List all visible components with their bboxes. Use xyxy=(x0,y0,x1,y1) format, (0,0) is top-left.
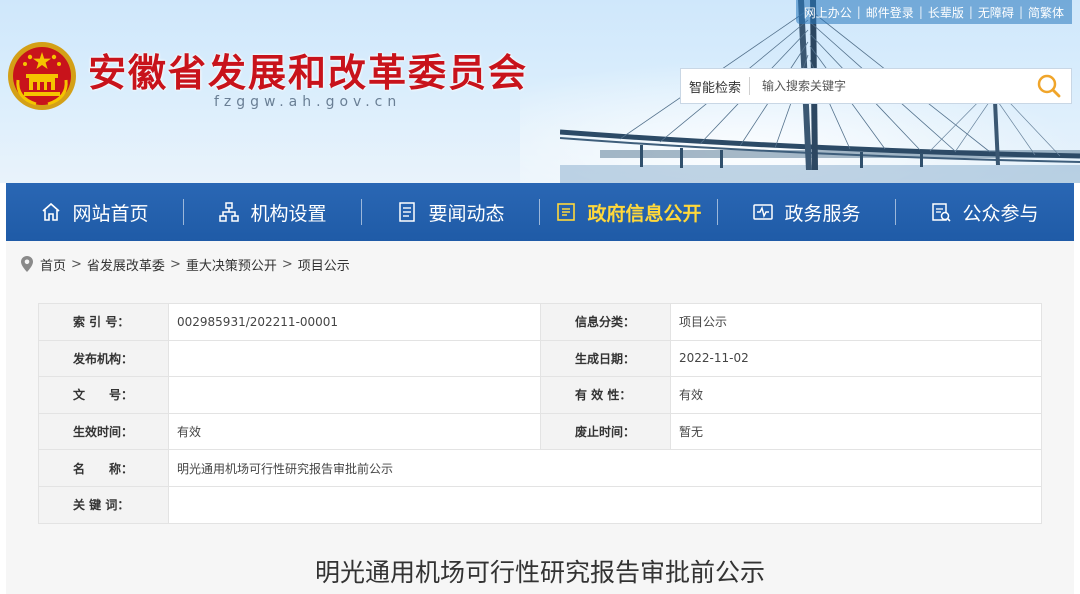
article-title: 明光通用机场可行性研究报告审批前公示 xyxy=(314,558,765,587)
meta-value-date: 2022-11-02 xyxy=(670,339,1042,378)
org-chart-icon xyxy=(219,202,240,222)
location-pin-icon xyxy=(21,256,33,272)
nav-item-label: 政府信息公开 xyxy=(587,202,702,225)
nav-item-label: 要闻动态 xyxy=(428,202,505,225)
meta-value-doc-no xyxy=(168,376,541,414)
top-link-simplified-traditional[interactable]: 简繁体 xyxy=(1028,4,1064,21)
nav-item-home[interactable]: 网站首页 xyxy=(6,183,183,241)
top-link-online-office[interactable]: 网上办公 xyxy=(804,4,852,21)
search-scope-label[interactable]: 智能检索 xyxy=(681,77,749,96)
breadcrumb-project-notice[interactable]: 项目公示 xyxy=(298,255,350,274)
top-link-separator: | xyxy=(968,5,973,19)
nav-item-label: 机构设置 xyxy=(250,202,327,225)
meta-value-effective-time: 有效 xyxy=(168,412,541,451)
top-link-email-login[interactable]: 邮件登录 xyxy=(866,4,914,21)
main-nav: 网站首页 机构设置 要闻动态 政府信息公开 政务服务 公众参与 xyxy=(6,183,1074,241)
participation-icon xyxy=(932,203,952,222)
national-emblem-logo[interactable] xyxy=(6,40,78,112)
meta-value-name: 明光通用机场可行性研究报告审批前公示 xyxy=(168,449,1042,487)
site-domain: fzggw.ah.gov.cn xyxy=(214,94,402,110)
meta-label-doc-no: 文 号： xyxy=(38,376,169,414)
search-icon xyxy=(1037,74,1061,98)
table-row: 生效时间： 有效 废止时间： 暂无 xyxy=(38,412,1042,451)
meta-label-repeal-time: 废止时间： xyxy=(540,412,671,451)
meta-label-index-no: 索 引 号： xyxy=(38,303,169,341)
table-row: 关 键 词： xyxy=(38,485,1042,524)
table-row: 索 引 号： 002985931/202211-00001 信息分类： 项目公示 xyxy=(38,303,1042,341)
breadcrumb-separator: > xyxy=(281,256,293,272)
nav-item-news[interactable]: 要闻动态 xyxy=(362,183,539,241)
search-box: 智能检索 xyxy=(680,68,1072,104)
breadcrumb-separator: > xyxy=(71,256,82,272)
table-row: 名 称： 明光通用机场可行性研究报告审批前公示 xyxy=(38,449,1042,487)
top-links-bar: 网上办公 | 邮件登录 | 长辈版 | 无障碍 | 简繁体 xyxy=(795,0,1072,24)
top-link-separator: | xyxy=(918,5,923,19)
service-icon xyxy=(753,204,774,220)
breadcrumb: 首页 > 省发展改革委 > 重大决策预公开 > 项目公示 xyxy=(20,254,350,274)
site-header: 网上办公 | 邮件登录 | 长辈版 | 无障碍 | 简繁体 安徽省发展和改革委员… xyxy=(0,0,1080,183)
meta-value-publisher xyxy=(168,339,541,378)
nav-item-organization[interactable]: 机构设置 xyxy=(184,183,361,241)
nav-item-info-disclosure[interactable]: 政府信息公开 xyxy=(540,183,717,241)
nav-item-label: 网站首页 xyxy=(72,202,149,225)
meta-label-validity: 有 效 性： xyxy=(540,376,671,414)
search-button[interactable] xyxy=(1027,69,1071,103)
breadcrumb-separator: > xyxy=(169,256,181,272)
meta-label-effective-time: 生效时间： xyxy=(38,412,169,451)
top-link-separator: | xyxy=(1018,5,1023,19)
home-icon xyxy=(42,202,61,221)
meta-value-validity: 有效 xyxy=(670,376,1042,414)
top-link-separator: | xyxy=(856,5,861,19)
news-icon xyxy=(399,202,416,222)
table-row: 文 号： 有 效 性： 有效 xyxy=(38,376,1042,414)
nav-item-label: 政务服务 xyxy=(784,202,861,225)
meta-label-name: 名 称： xyxy=(38,449,169,487)
nav-item-public-participation[interactable]: 公众参与 xyxy=(896,183,1073,241)
info-disclosure-icon xyxy=(557,203,576,221)
breadcrumb-home[interactable]: 首页 xyxy=(40,255,66,274)
document-meta-table: 索 引 号： 002985931/202211-00001 信息分类： 项目公示… xyxy=(38,303,1042,524)
meta-label-date: 生成日期： xyxy=(540,339,671,378)
meta-label-publisher: 发布机构： xyxy=(38,339,169,378)
top-link-elder-mode[interactable]: 长辈版 xyxy=(928,4,964,21)
meta-label-keywords: 关 键 词： xyxy=(38,485,169,524)
nav-item-gov-services[interactable]: 政务服务 xyxy=(718,183,895,241)
site-title: 安徽省发展和改革委员会 xyxy=(88,51,529,95)
breadcrumb-major-decision[interactable]: 重大决策预公开 xyxy=(186,255,277,274)
meta-value-repeal-time: 暂无 xyxy=(670,412,1042,451)
meta-label-category: 信息分类： xyxy=(540,303,671,341)
nav-item-label: 公众参与 xyxy=(962,202,1039,225)
meta-value-keywords xyxy=(168,485,1042,524)
meta-value-category: 项目公示 xyxy=(670,303,1042,341)
search-input[interactable] xyxy=(750,70,1027,102)
meta-value-index-no: 002985931/202211-00001 xyxy=(168,303,541,341)
table-row: 发布机构： 生成日期： 2022-11-02 xyxy=(38,339,1042,378)
top-link-accessibility[interactable]: 无障碍 xyxy=(978,4,1014,21)
breadcrumb-ndrc[interactable]: 省发展改革委 xyxy=(87,255,165,274)
